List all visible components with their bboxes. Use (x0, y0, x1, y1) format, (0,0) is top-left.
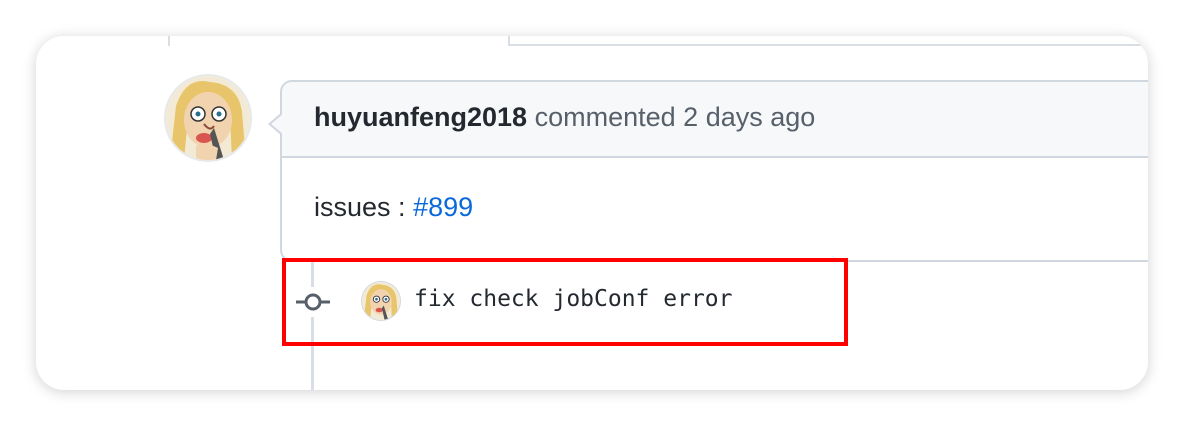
comment-body: issues : #899 (314, 192, 473, 223)
comment-action: commented (534, 102, 676, 132)
comment-box: huyuanfeng2018 commented 2 days ago issu… (268, 80, 1148, 262)
highlight-box (282, 258, 848, 346)
comment-header-text: huyuanfeng2018 commented 2 days ago (314, 102, 815, 133)
comment-body-prefix: issues : (314, 192, 406, 222)
comment-header: huyuanfeng2018 commented 2 days ago (282, 82, 1148, 158)
screenshot-stage: huyuanfeng2018 commented 2 days ago issu… (0, 0, 1184, 426)
author-avatar[interactable] (166, 76, 250, 160)
previous-item-edge (168, 36, 170, 46)
comment-author-link[interactable]: huyuanfeng2018 (314, 102, 527, 132)
previous-item-border (508, 44, 1148, 46)
timeline-card: huyuanfeng2018 commented 2 days ago issu… (36, 36, 1148, 390)
issue-link[interactable]: #899 (413, 192, 473, 222)
comment-timestamp[interactable]: 2 days ago (683, 102, 815, 132)
